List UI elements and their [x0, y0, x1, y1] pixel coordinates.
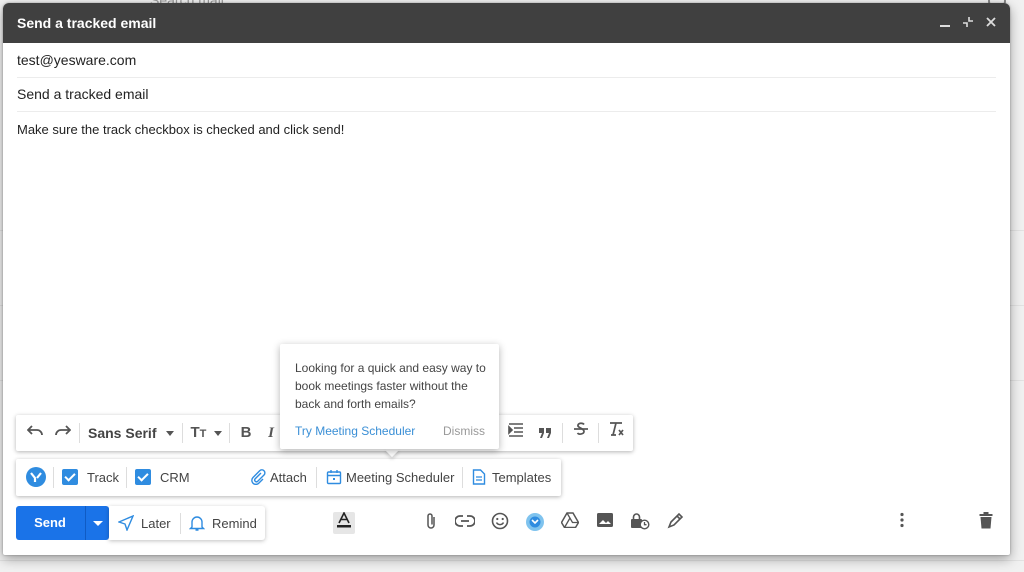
toolbar-divider	[180, 513, 181, 534]
signature-icon[interactable]	[664, 512, 686, 534]
to-field[interactable]: test@yesware.com	[17, 43, 996, 78]
checkbox-checked-icon	[135, 469, 151, 485]
background-divider	[0, 560, 1024, 561]
collapse-icon[interactable]	[957, 11, 979, 35]
later-label: Later	[141, 515, 171, 531]
toolbar-divider	[79, 423, 80, 443]
photo-icon[interactable]	[594, 512, 616, 534]
trash-icon[interactable]	[975, 512, 997, 534]
meeting-scheduler-label: Meeting Scheduler	[346, 469, 455, 485]
templates-button[interactable]: Templates	[472, 467, 551, 487]
send-later-icon	[118, 515, 134, 531]
toolbar-divider	[598, 423, 599, 443]
send-button-group: Send	[16, 506, 109, 540]
toolbar-divider	[562, 423, 563, 443]
confidential-icon[interactable]	[629, 512, 651, 534]
bold-button[interactable]: B	[236, 421, 256, 445]
redo-icon[interactable]	[52, 421, 74, 445]
meeting-scheduler-button[interactable]: Meeting Scheduler	[326, 467, 454, 487]
more-options-icon[interactable]	[891, 512, 913, 534]
meeting-scheduler-popup: Looking for a quick and easy way to book…	[280, 344, 499, 449]
remind-label: Remind	[212, 515, 257, 531]
subject-field[interactable]: Send a tracked email	[17, 77, 996, 112]
document-icon	[472, 469, 486, 485]
remind-button[interactable]: Remind	[189, 515, 257, 531]
close-icon[interactable]	[980, 11, 1002, 35]
indent-icon[interactable]	[505, 421, 527, 445]
send-options-dropdown[interactable]	[85, 506, 110, 540]
compose-titlebar[interactable]: Send a tracked email	[3, 3, 1010, 43]
quote-icon[interactable]	[534, 421, 556, 445]
send-button[interactable]: Send	[16, 515, 84, 530]
checkbox-checked-icon	[62, 469, 78, 485]
paperclip-icon	[251, 469, 266, 485]
drive-icon[interactable]	[559, 512, 581, 534]
bell-icon	[189, 516, 205, 531]
attach-label: Attach	[270, 469, 307, 485]
templates-label: Templates	[492, 469, 552, 485]
toolbar-divider	[462, 467, 463, 488]
text-size-icon[interactable]: TT	[188, 421, 224, 445]
popup-message: Looking for a quick and easy way to book…	[295, 361, 486, 411]
try-meeting-scheduler-link[interactable]: Try Meeting Scheduler	[295, 424, 415, 438]
schedule-bar: Later Remind	[109, 506, 265, 540]
toolbar-divider	[126, 467, 127, 488]
italic-button[interactable]: I	[264, 421, 278, 445]
calendar-icon	[326, 470, 342, 485]
font-select-label: Sans Serif	[88, 425, 157, 441]
text-color-icon[interactable]	[333, 511, 355, 534]
compose-title: Send a tracked email	[17, 15, 157, 31]
link-icon[interactable]	[454, 512, 476, 534]
yesware-toolbar: Track CRM Attach Meeting Scheduler Templ…	[16, 459, 561, 496]
minimize-icon[interactable]	[934, 11, 956, 35]
track-label: Track	[87, 469, 120, 485]
send-later-button[interactable]: Later	[118, 515, 171, 531]
yesware-logo-icon[interactable]	[26, 467, 46, 487]
attach-icon[interactable]	[420, 512, 442, 534]
strikethrough-icon[interactable]	[570, 421, 592, 445]
track-checkbox[interactable]: Track	[62, 467, 119, 487]
message-body[interactable]: Make sure the track checkbox is checked …	[17, 122, 344, 137]
toolbar-divider	[53, 467, 54, 488]
chevron-down-icon	[166, 431, 174, 436]
crm-checkbox[interactable]: CRM	[135, 467, 190, 487]
toolbar-divider	[229, 423, 230, 443]
attach-button[interactable]: Attach	[250, 467, 307, 487]
dismiss-button[interactable]: Dismiss	[443, 424, 485, 438]
emoji-icon[interactable]	[489, 512, 511, 534]
toolbar-divider	[182, 423, 183, 443]
crm-label: CRM	[160, 469, 190, 485]
clear-format-icon[interactable]	[604, 421, 628, 445]
toolbar-divider	[316, 467, 317, 488]
font-select[interactable]: Sans Serif	[88, 421, 178, 445]
undo-icon[interactable]	[24, 421, 46, 445]
yesware-insert-icon[interactable]	[524, 512, 546, 534]
